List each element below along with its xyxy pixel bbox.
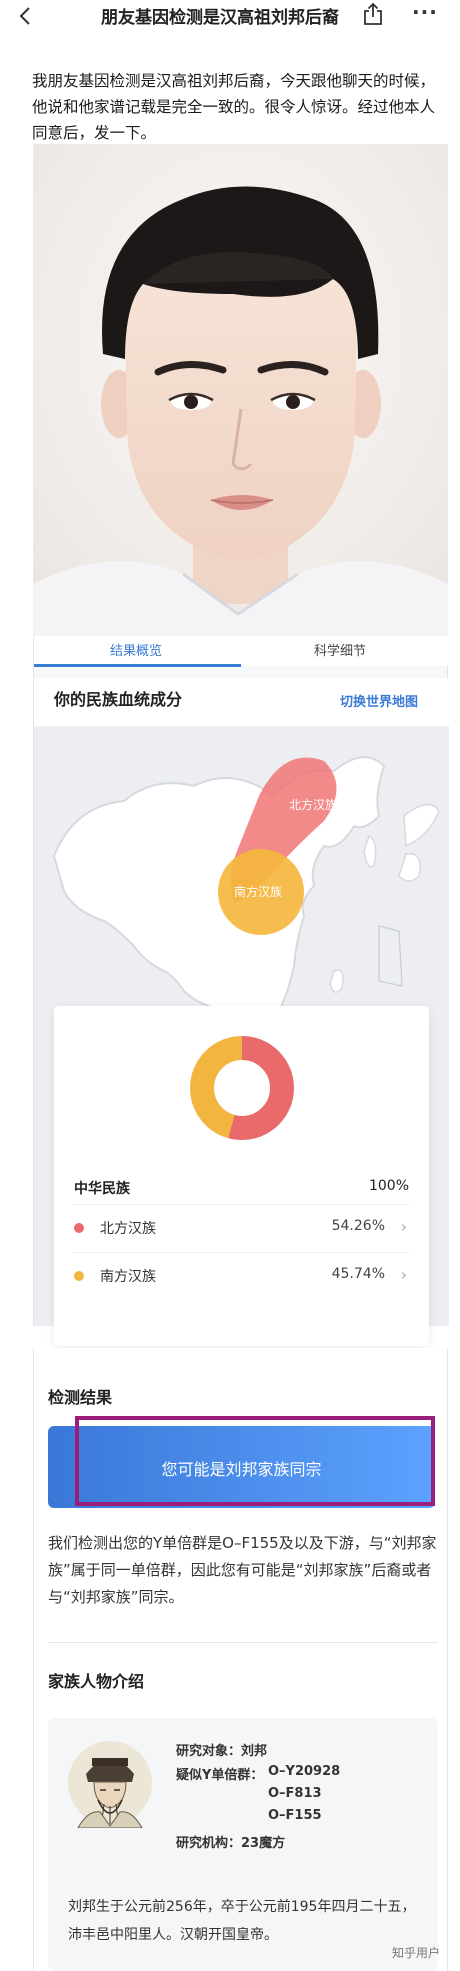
total-label: 中华民族 — [74, 1181, 130, 1197]
northern-han-dot — [74, 1223, 84, 1233]
switch-world-map-link[interactable]: 切换世界地图 — [340, 691, 418, 710]
institution-row: 研究机构：23魔方 — [176, 1832, 285, 1851]
population-name: 北方汉族 — [100, 1221, 156, 1237]
watermark: 知乎用户 — [392, 1946, 441, 1960]
report-tabs: 结果概览 科学细节 — [34, 636, 449, 667]
page-title: 朋友基因检测是汉高祖刘邦后裔 — [101, 8, 339, 28]
total-row: 中华民族 100% — [74, 1178, 409, 1198]
haplogroup-value: O–Y20928 — [268, 1764, 341, 1779]
chevron-left-icon[interactable] — [16, 6, 36, 26]
portrait-photo — [33, 144, 448, 636]
results-title: 检测结果 — [48, 1388, 113, 1407]
population-row-northern[interactable]: 北方汉族 54.26% › — [74, 1204, 409, 1250]
subject-label: 研究对象： — [176, 1744, 242, 1759]
results-section: 检测结果 您可能是刘邦家族同宗 我们检测出您的Y单倍群是O–F155及以及下游，… — [33, 1348, 448, 1971]
liu-bang-portrait — [68, 1741, 152, 1828]
population-name: 南方汉族 — [100, 1269, 156, 1285]
northern-han-map-label: 北方汉族 — [289, 797, 337, 812]
institution-value: 23魔方 — [241, 1836, 286, 1851]
result-description: 我们检测出您的Y单倍群是O–F155及以及下游，与“刘邦家族”属于同一单倍群，因… — [48, 1534, 437, 1606]
divider — [48, 1642, 438, 1643]
southern-han-map-label: 南方汉族 — [234, 884, 282, 899]
total-percent: 100% — [368, 1178, 409, 1194]
ancestry-donut-chart — [190, 1036, 294, 1140]
post-text: 我朋友基因检测是汉高祖刘邦后裔，今天跟他聊天的时候，他说和他家谱记载是完全一致的… — [32, 72, 436, 142]
ancestry-title: 你的民族血统成分 — [54, 690, 183, 709]
top-bar: 朋友基因检测是汉高祖刘邦后裔 ··· — [0, 0, 460, 30]
subject-row: 研究对象：刘邦 — [176, 1740, 267, 1759]
subject-value: 刘邦 — [241, 1744, 268, 1759]
family-figures-title: 家族人物介绍 — [48, 1672, 145, 1691]
haplogroup-value: O–F813 — [268, 1786, 322, 1801]
share-icon[interactable] — [362, 2, 384, 26]
population-percent: 54.26% — [331, 1218, 385, 1234]
active-tab-indicator — [34, 664, 241, 667]
institution-label: 研究机构： — [176, 1836, 242, 1851]
composition-card: 中华民族 100% 北方汉族 54.26% › 南方汉族 45.74% › — [54, 1006, 429, 1346]
chevron-right-icon: › — [400, 1217, 407, 1236]
more-icon[interactable]: ··· — [412, 0, 438, 24]
figure-card[interactable]: 研究对象：刘邦 疑似Y单倍群： O–Y20928 O–F813 O–F155 研… — [48, 1718, 438, 1971]
haplogroup-value: O–F155 — [268, 1808, 322, 1823]
haplogroup-label: 疑似Y单倍群： — [176, 1768, 264, 1783]
figure-bio: 刘邦生于公元前256年，卒于公元前195年四月二十五，沛丰邑中阳里人。汉朝开国皇… — [68, 1899, 416, 1943]
portrait-illustration — [33, 144, 448, 636]
tab-overview[interactable]: 结果概览 — [110, 640, 162, 659]
southern-han-dot — [74, 1271, 84, 1281]
population-percent: 45.74% — [331, 1266, 385, 1282]
tab-science-details[interactable]: 科学细节 — [314, 640, 366, 659]
chevron-right-icon: › — [400, 1265, 407, 1284]
population-row-southern[interactable]: 南方汉族 45.74% › — [74, 1252, 409, 1298]
genetic-report-card: 结果概览 科学细节 你的民族血统成分 切换世界地图 北方汉族 南方汉族 中华民族… — [33, 636, 449, 1346]
highlight-box — [75, 1416, 435, 1506]
